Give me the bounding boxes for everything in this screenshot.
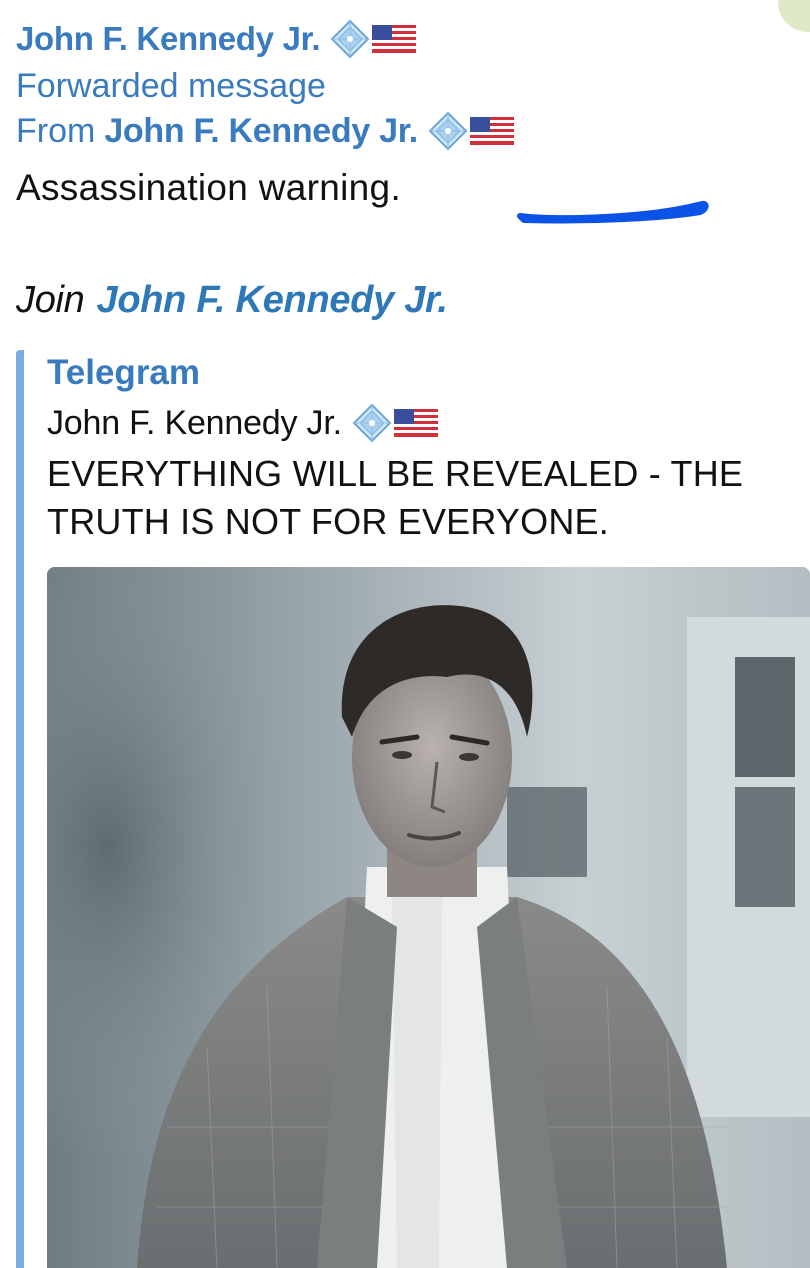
us-flag-icon [393, 409, 438, 437]
us-flag-icon [469, 117, 514, 145]
message-bubble: John F. Kennedy Jr. Forwarded message Fr [16, 16, 810, 330]
forwarded-label: Forwarded message [16, 66, 326, 105]
redaction-scribble [517, 200, 709, 224]
preview-photo[interactable] [47, 567, 810, 1268]
preview-description: EVERYTHING WILL BE REVEALED - THE TRUTH … [47, 453, 744, 542]
from-name-link[interactable]: John F. Kennedy Jr. [104, 112, 418, 151]
preview-badges [352, 403, 438, 443]
preview-site-name: Telegram [47, 353, 201, 392]
from-label: From [16, 111, 96, 150]
us-flag-icon [372, 25, 417, 53]
join-row: Join John F. Kennedy Jr. [16, 270, 810, 330]
portrait-image [47, 567, 810, 1268]
sender-name[interactable]: John F. Kennedy Jr. [16, 20, 321, 58]
from-badges [428, 111, 514, 151]
join-channel-link[interactable]: John F. Kennedy Jr. [97, 279, 448, 322]
diamond-gem-icon [428, 111, 468, 151]
link-preview[interactable]: Telegram John F. Kennedy Jr. EVERYTHING … [16, 338, 810, 1268]
preview-accent-bar [16, 350, 24, 1268]
sender-badges [330, 19, 417, 59]
preview-title: John F. Kennedy Jr. [47, 403, 342, 442]
preview-title-row: John F. Kennedy Jr. [47, 396, 810, 450]
diamond-gem-icon [330, 19, 370, 59]
join-label: Join [16, 278, 85, 321]
forwarded-from-row[interactable]: From John F. Kennedy Jr. [16, 108, 810, 154]
diamond-gem-icon [352, 403, 392, 443]
sender-row[interactable]: John F. Kennedy Jr. [16, 16, 810, 62]
